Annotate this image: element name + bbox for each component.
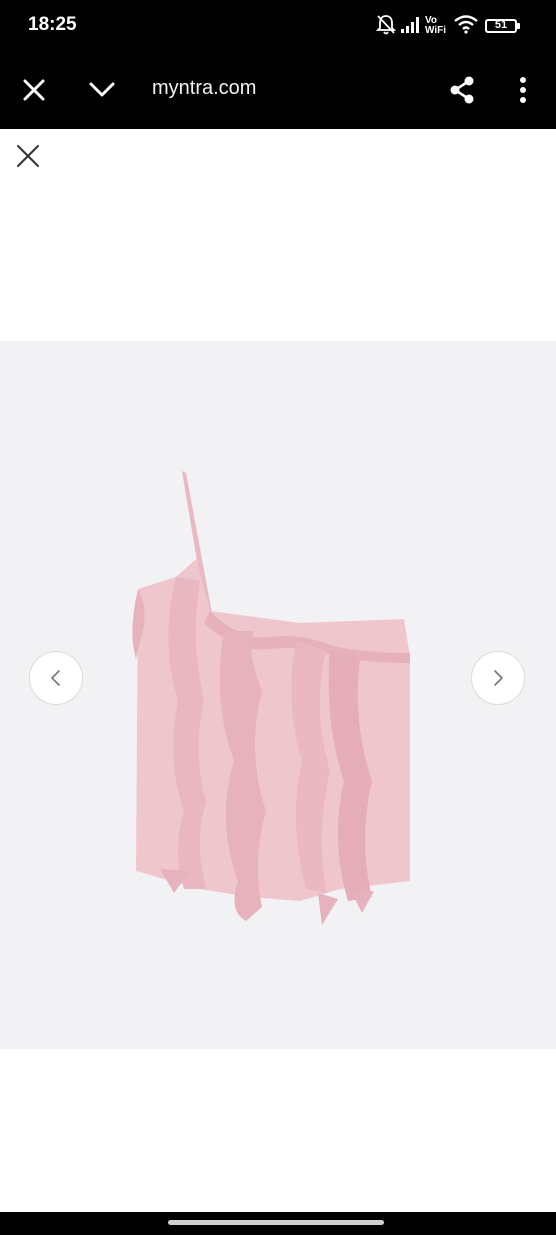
chevron-right-icon bbox=[494, 670, 503, 686]
share-icon bbox=[450, 76, 474, 104]
wifi-icon bbox=[454, 15, 478, 34]
home-gesture-handle[interactable] bbox=[168, 1220, 384, 1225]
minimize-button[interactable] bbox=[86, 74, 118, 106]
chevron-left-icon bbox=[51, 670, 60, 686]
chevron-down-icon bbox=[89, 82, 115, 97]
status-icons: Vo WiFi 51 bbox=[376, 14, 526, 36]
battery-icon: 51 bbox=[485, 19, 517, 33]
system-nav-bar bbox=[0, 1212, 556, 1235]
more-options-button[interactable] bbox=[507, 74, 539, 106]
product-image-panel bbox=[0, 341, 556, 1049]
carousel-prev-button[interactable] bbox=[29, 651, 83, 705]
carousel-next-button[interactable] bbox=[471, 651, 525, 705]
status-time: 18:25 bbox=[28, 14, 77, 35]
signal-icon bbox=[401, 17, 419, 33]
bell-off-icon bbox=[376, 15, 396, 35]
close-tab-button[interactable] bbox=[18, 74, 50, 106]
close-icon bbox=[17, 145, 39, 167]
more-vert-icon bbox=[520, 77, 526, 103]
battery-cap bbox=[517, 23, 520, 29]
battery-level: 51 bbox=[494, 19, 508, 31]
product-image[interactable] bbox=[0, 341, 556, 1049]
vowifi-label: Vo WiFi bbox=[425, 15, 447, 36]
url-text[interactable]: myntra.com bbox=[152, 77, 256, 100]
share-button[interactable] bbox=[446, 74, 478, 106]
close-icon bbox=[23, 79, 45, 101]
viewer-close-button[interactable] bbox=[14, 142, 42, 170]
browser-toolbar: myntra.com bbox=[0, 50, 556, 129]
status-bar: 18:25 Vo WiFi 51 bbox=[0, 0, 556, 50]
